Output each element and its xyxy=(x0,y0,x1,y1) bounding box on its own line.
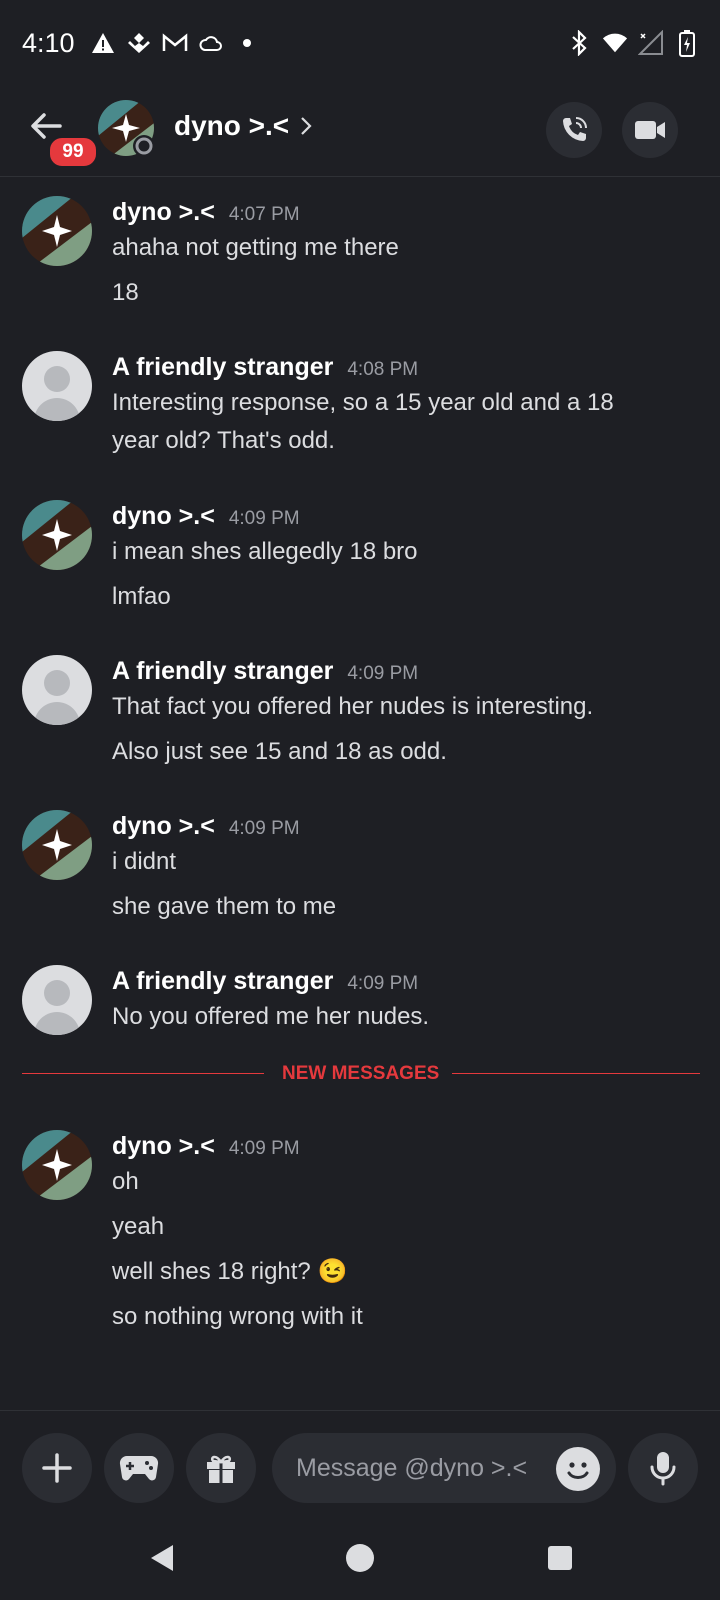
warning-icon xyxy=(90,30,116,56)
plus-icon xyxy=(42,1453,72,1483)
timestamp: 4:09 PM xyxy=(228,508,300,529)
status-time: 4:10 xyxy=(22,28,75,58)
notification-icons xyxy=(90,30,260,56)
gift-button[interactable] xyxy=(186,1433,256,1503)
system-icons xyxy=(566,30,700,57)
message-text[interactable]: year old? That's odd. xyxy=(112,421,335,461)
message-text[interactable]: so nothing wrong with it xyxy=(112,1297,363,1337)
app-icon xyxy=(126,30,152,56)
message-text[interactable]: lmfao xyxy=(112,577,171,617)
timestamp: 4:09 PM xyxy=(228,1138,300,1159)
gift-icon xyxy=(207,1455,235,1483)
avatar[interactable] xyxy=(22,500,92,570)
author-name[interactable]: A friendly stranger xyxy=(112,657,333,686)
timestamp: 4:07 PM xyxy=(228,204,300,225)
voice-message-button[interactable] xyxy=(628,1433,698,1503)
video-camera-icon xyxy=(635,121,665,139)
new-messages-label: NEW MESSAGES xyxy=(282,1063,440,1084)
dot-icon xyxy=(234,30,260,56)
contact-name: dyno >.< xyxy=(174,110,290,141)
contact-name-link[interactable]: dyno >.< xyxy=(174,110,313,142)
message-text[interactable]: yeah xyxy=(112,1207,164,1247)
timestamp: 4:08 PM xyxy=(347,359,419,380)
message-text[interactable]: No you offered me her nudes. xyxy=(112,997,429,1037)
new-messages-divider: NEW MESSAGES xyxy=(22,1063,700,1084)
author-name[interactable]: dyno >.< xyxy=(112,198,215,227)
avatar[interactable] xyxy=(22,655,92,725)
square-recents-icon xyxy=(548,1546,572,1570)
divider-line xyxy=(22,1073,264,1074)
timestamp: 4:09 PM xyxy=(347,973,419,994)
message-text[interactable]: i didnt xyxy=(112,842,176,882)
voice-call-button[interactable] xyxy=(546,102,602,158)
status-bar: 4:10 xyxy=(0,0,720,92)
attach-button[interactable] xyxy=(22,1433,92,1503)
timestamp: 4:09 PM xyxy=(347,663,419,684)
message-text[interactable]: i mean shes allegedly 18 bro xyxy=(112,532,418,572)
microphone-icon xyxy=(650,1452,676,1486)
system-navigation-bar xyxy=(0,1520,720,1600)
message-text[interactable]: Also just see 15 and 18 as odd. xyxy=(112,732,447,772)
gamepad-icon xyxy=(119,1455,159,1481)
nav-home-button[interactable] xyxy=(340,1538,380,1578)
message-list[interactable]: dyno >.< 4:07 PM ahaha not getting me th… xyxy=(0,176,720,1411)
contact-avatar[interactable] xyxy=(98,100,155,157)
message-text[interactable]: ahaha not getting me there xyxy=(112,228,399,268)
avatar[interactable] xyxy=(22,351,92,421)
avatar[interactable] xyxy=(22,965,92,1035)
author-name[interactable]: dyno >.< xyxy=(112,812,215,841)
circle-home-icon xyxy=(346,1544,374,1572)
triangle-back-icon xyxy=(151,1545,173,1571)
wifi-icon xyxy=(602,30,628,56)
timestamp: 4:09 PM xyxy=(228,818,300,839)
avatar[interactable] xyxy=(22,196,92,266)
chevron-right-icon xyxy=(301,117,312,135)
bluetooth-icon xyxy=(566,30,592,56)
gmail-icon xyxy=(162,30,188,56)
nav-back-button[interactable] xyxy=(142,1538,182,1578)
dm-header: 99 dyno >.< xyxy=(0,92,720,177)
signal-icon xyxy=(638,30,664,56)
battery-icon xyxy=(674,30,700,57)
message-text[interactable]: well shes 18 right? 😉 xyxy=(112,1252,347,1292)
activities-button[interactable] xyxy=(104,1433,174,1503)
message-text[interactable]: she gave them to me xyxy=(112,887,336,927)
message-text[interactable]: That fact you offered her nudes is inter… xyxy=(112,687,593,727)
message-text[interactable]: Interesting response, so a 15 year old a… xyxy=(112,383,614,423)
nav-recents-button[interactable] xyxy=(540,1538,580,1578)
video-call-button[interactable] xyxy=(622,102,678,158)
emoji-button[interactable] xyxy=(556,1447,600,1491)
unread-badge: 99 xyxy=(48,136,98,168)
author-name[interactable]: A friendly stranger xyxy=(112,967,333,996)
message-text[interactable]: 18 xyxy=(112,273,139,313)
message-text[interactable]: oh xyxy=(112,1162,139,1202)
avatar[interactable] xyxy=(22,1130,92,1200)
composer-bar xyxy=(0,1410,720,1521)
author-name[interactable]: dyno >.< xyxy=(112,502,215,531)
author-name[interactable]: A friendly stranger xyxy=(112,353,333,382)
author-name[interactable]: dyno >.< xyxy=(112,1132,215,1161)
cloud-icon xyxy=(198,30,224,56)
phone-icon xyxy=(563,117,587,141)
avatar[interactable] xyxy=(22,810,92,880)
divider-line xyxy=(452,1073,700,1074)
smiley-icon xyxy=(567,1462,589,1479)
